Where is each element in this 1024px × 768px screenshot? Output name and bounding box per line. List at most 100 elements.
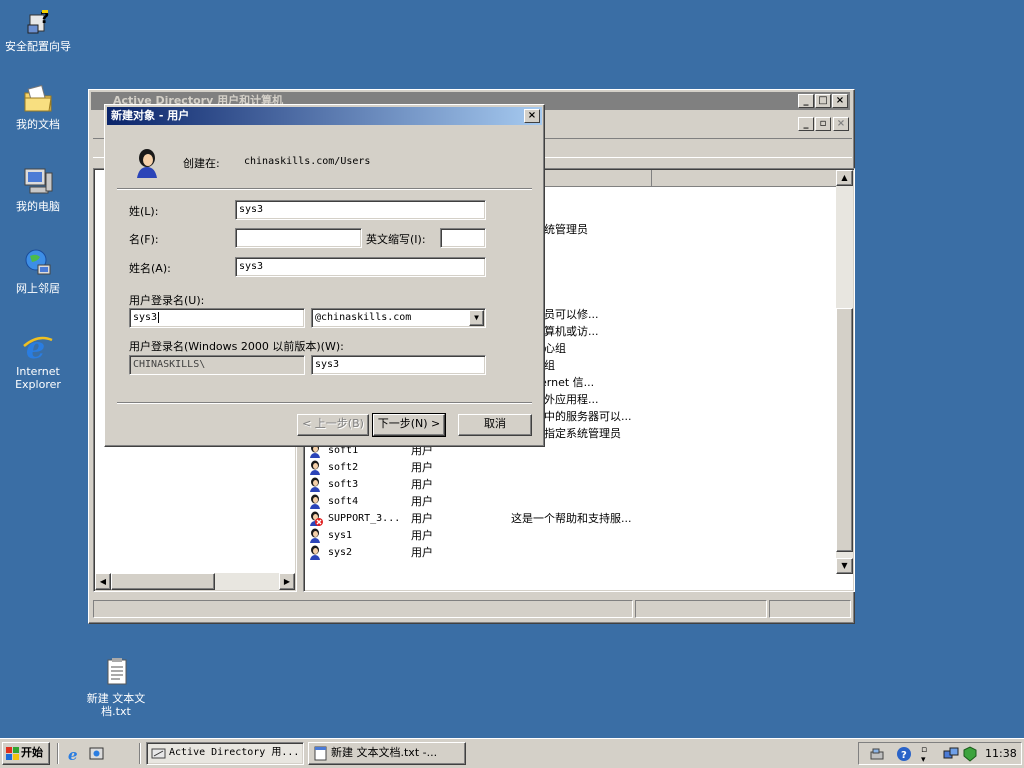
- desktop-icon-my-documents[interactable]: 我的文档: [0, 83, 78, 131]
- list-cell-desc: 问 Internet 信...: [511, 376, 595, 389]
- last-name-label: 姓(L):: [129, 205, 159, 218]
- user-icon: [308, 460, 324, 475]
- desktop-icon-my-computer[interactable]: 我的电脑: [0, 165, 78, 213]
- svg-text:e: e: [68, 746, 78, 762]
- created-in-value: chinaskills.com/Users: [244, 156, 371, 167]
- desktop-icon-security-wizard[interactable]: ? 安全配置向导: [0, 5, 78, 53]
- task-ad-users[interactable]: Active Directory 用...: [146, 742, 304, 765]
- help-icon[interactable]: ?: [896, 746, 912, 765]
- list-cell-type: 用户: [411, 512, 433, 525]
- child-restore-button[interactable]: ▫: [815, 117, 831, 131]
- status-pane: [769, 600, 851, 618]
- list-cell-type: 用户: [411, 461, 433, 474]
- cancel-button[interactable]: 取消: [458, 414, 532, 436]
- logon-name-label: 用户登录名(U):: [129, 294, 205, 307]
- list-cell-name: soft2: [328, 462, 359, 473]
- show-desktop-icon[interactable]: [89, 746, 105, 762]
- new-user-dialog[interactable]: 新建对象 - 用户 × 创建在: chinaskills.com/Users 姓…: [104, 104, 545, 447]
- status-bar: [93, 600, 852, 618]
- list-cell-desc: 中的成员可以修...: [511, 308, 599, 321]
- separator: [117, 188, 532, 190]
- list-cell-name: sys1: [328, 530, 353, 541]
- list-cell-name: SUPPORT_3...: [328, 513, 401, 524]
- disabled-user-icon: [308, 511, 324, 526]
- list-cell-type: 用户: [411, 546, 433, 559]
- desktop-icon-network[interactable]: 网上邻居: [0, 247, 78, 295]
- security-tray-icon[interactable]: [962, 746, 978, 765]
- list-vscrollbar[interactable]: ▲ ▼: [836, 170, 853, 574]
- first-name-input[interactable]: [235, 228, 362, 248]
- list-cell-desc: 动进程外应用程...: [511, 393, 599, 406]
- scroll-thumb[interactable]: [836, 308, 853, 552]
- minimize-button[interactable]: _: [798, 94, 814, 108]
- restore-icon[interactable]: ▫ ▾: [921, 745, 927, 765]
- list-cell-type: 用户: [411, 495, 433, 508]
- last-name-input[interactable]: sys3: [235, 200, 486, 220]
- domain-select[interactable]: @chinaskills.com ▼: [311, 308, 486, 328]
- ie-quicklaunch-icon[interactable]: e: [66, 746, 82, 764]
- maximize-button[interactable]: □: [815, 94, 831, 108]
- full-name-label: 姓名(A):: [129, 262, 171, 275]
- scroll-left-button[interactable]: ◀: [95, 573, 111, 590]
- list-cell-desc: 支持中心组: [511, 340, 811, 357]
- logon-name-input[interactable]: sys3: [129, 308, 305, 328]
- scroll-down-button[interactable]: ▼: [836, 558, 853, 574]
- scroll-up-button[interactable]: ▲: [836, 170, 853, 186]
- back-button[interactable]: < 上一步(B): [297, 414, 369, 436]
- pre2000-label: 用户登录名(Windows 2000 以前版本)(W):: [129, 340, 344, 353]
- network-tray-icon[interactable]: [943, 746, 959, 765]
- my-computer-icon: [22, 165, 54, 197]
- start-button[interactable]: 开始: [2, 742, 50, 765]
- user-icon: [308, 494, 324, 509]
- first-name-label: 名(F):: [129, 233, 159, 246]
- ad-users-icon: [151, 746, 166, 764]
- list-cell-desc: 指定系统管理员: [511, 223, 588, 236]
- dialog-titlebar[interactable]: 新建对象 - 用户 ×: [107, 107, 542, 125]
- desktop-icon-text-file[interactable]: 新建 文本文档.txt: [76, 657, 156, 718]
- taskbar: 开始 e Active Directory 用... 新建 文本文档.txt -…: [0, 738, 1024, 768]
- desktop-icon-label: 网上邻居: [16, 282, 60, 295]
- chevron-down-icon[interactable]: ▼: [469, 310, 484, 326]
- list-header-column[interactable]: [651, 170, 837, 186]
- user-icon: [133, 147, 161, 179]
- initials-input[interactable]: [440, 228, 486, 248]
- scroll-right-button[interactable]: ▶: [279, 573, 295, 590]
- tree-hscrollbar[interactable]: ◀ ▶: [95, 573, 295, 590]
- logon-name-value: sys3: [133, 312, 158, 323]
- pre2000-logon-input[interactable]: sys3: [311, 355, 486, 375]
- status-pane: [635, 600, 767, 618]
- security-wizard-icon: ?: [22, 5, 54, 37]
- child-close-button[interactable]: ×: [833, 117, 849, 131]
- desktop-icon-label: 我的电脑: [16, 200, 60, 213]
- windows-logo-icon: [6, 747, 19, 760]
- next-button[interactable]: 下一步(N) >: [372, 413, 446, 437]
- dialog-close-button[interactable]: ×: [524, 109, 540, 123]
- notepad-icon: [313, 746, 328, 764]
- desktop-icon-label: 我的文档: [16, 118, 60, 131]
- task-notepad[interactable]: 新建 文本文档.txt -...: [308, 742, 466, 765]
- status-pane: [93, 600, 633, 618]
- domain-select-value: @chinaskills.com: [315, 312, 412, 323]
- list-cell-desc: 这是一个帮助和支持服...: [511, 512, 632, 525]
- start-label: 开始: [21, 746, 43, 759]
- scroll-thumb[interactable]: [111, 573, 215, 590]
- user-icon: [308, 528, 324, 543]
- desktop-icon-label: Internet Explorer: [15, 365, 61, 391]
- task-label: 新建 文本文档.txt -...: [331, 746, 438, 759]
- full-name-input[interactable]: sys3: [235, 257, 486, 277]
- desktop-icon-ie[interactable]: e Internet Explorer: [0, 330, 78, 391]
- close-button[interactable]: ×: [832, 94, 848, 108]
- svg-text:?: ?: [901, 750, 907, 761]
- initials-label: 英文缩写(I):: [366, 233, 426, 246]
- list-cell-desc: 这个组中的服务器可以...: [511, 410, 632, 423]
- separator: [117, 402, 532, 404]
- my-documents-icon: [22, 83, 54, 115]
- desktop-icon-label: 安全配置向导: [5, 40, 71, 53]
- dialog-title: 新建对象 - 用户: [111, 109, 190, 122]
- child-minimize-button[interactable]: _: [798, 117, 814, 131]
- list-cell-name: soft4: [328, 496, 359, 507]
- desktop-icon-label: 新建 文本文档.txt: [86, 692, 146, 718]
- tasks-divider: [139, 743, 141, 764]
- list-cell-desc: 访问计算机或访...: [511, 325, 599, 338]
- hardware-icon[interactable]: [869, 746, 885, 765]
